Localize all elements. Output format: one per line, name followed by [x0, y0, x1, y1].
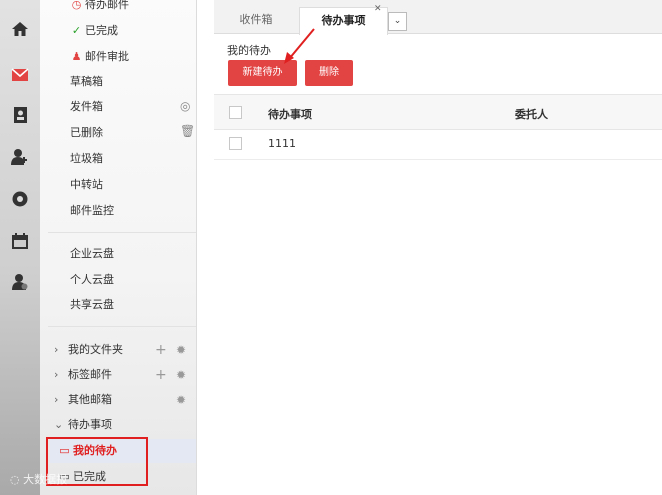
menu-item-monitor[interactable]: 邮件监控 [70, 201, 114, 221]
gear-icon[interactable]: ✹ [176, 365, 186, 385]
target-icon[interactable]: ◎ [180, 99, 190, 113]
user-admin-icon[interactable] [11, 273, 29, 291]
group-tag-mail[interactable]: › 标签邮件 [54, 365, 112, 385]
gear-icon[interactable]: ✹ [176, 390, 186, 410]
check-icon: ✓ [71, 24, 82, 37]
menu-item-shared-disk[interactable]: 共享云盘 [70, 295, 114, 315]
row-checkbox[interactable] [229, 137, 242, 150]
menu-item-transfer[interactable]: 中转站 [70, 175, 103, 195]
add-folder-icon[interactable]: + [155, 340, 167, 360]
column-header-delegate[interactable]: 委托人 [515, 106, 548, 122]
menu-item-drafts[interactable]: 草稿箱 [70, 72, 103, 92]
menu-item-enterprise-disk[interactable]: 企业云盘 [70, 244, 114, 264]
add-user-icon[interactable] [11, 148, 29, 166]
contacts-icon[interactable] [11, 106, 29, 124]
divider [48, 326, 196, 327]
icon-rail [0, 0, 40, 495]
menu-item-mail-approval[interactable]: ♟ 邮件审批 [70, 47, 129, 67]
page-title: 我的待办 [227, 44, 271, 57]
clock-icon: ◷ [71, 0, 82, 11]
chevron-down-icon: ⌄ [54, 418, 64, 431]
trash-icon[interactable]: 🗑 [180, 124, 195, 138]
chevron-down-icon[interactable]: ⌄ [388, 12, 407, 31]
table-header: 待办事项 委托人 [214, 94, 662, 130]
chevron-right-icon: › [54, 368, 59, 381]
chevron-right-icon: › [54, 393, 59, 406]
menu-item-deleted[interactable]: 已删除 [70, 123, 103, 143]
divider [48, 232, 196, 233]
menu-item-completed[interactable]: ✓ 已完成 [70, 21, 118, 41]
todo-item-cell: 1111 [268, 137, 296, 150]
annotation-arrow [284, 28, 315, 64]
group-my-folders[interactable]: › 我的文件夹 [54, 340, 123, 360]
menu-item-personal-disk[interactable]: 个人云盘 [70, 270, 114, 290]
group-todo[interactable]: ⌄ 待办事项 [54, 415, 112, 435]
user-stamp-icon: ♟ [71, 50, 82, 63]
menu-item-junk[interactable]: 垃圾箱 [70, 149, 103, 169]
table-row[interactable]: 1111 [214, 129, 662, 160]
group-other-mailbox[interactable]: › 其他邮箱 [54, 390, 112, 410]
column-header-item[interactable]: 待办事项 [268, 106, 312, 122]
menu-item-pending-mail[interactable]: ◷ 待办邮件 [70, 0, 129, 15]
close-icon[interactable]: ✕ [374, 4, 382, 14]
watermark: ◌ 大数据报 [10, 473, 68, 486]
select-all-checkbox[interactable] [229, 106, 242, 119]
folder-menu: ▲ ◷待办邮件 ✓已完成 ♟邮件审批 草稿箱 发件箱 ◎ 已删除 🗑 垃圾箱 中… [40, 0, 197, 495]
settings-icon[interactable] [11, 190, 29, 208]
home-icon[interactable] [11, 20, 29, 38]
mail-icon[interactable] [11, 66, 29, 84]
menu-item-outbox[interactable]: 发件箱 [70, 97, 103, 117]
add-tag-icon[interactable]: + [155, 365, 167, 385]
gear-icon[interactable]: ✹ [176, 340, 186, 360]
calendar-icon[interactable] [11, 232, 29, 250]
chevron-right-icon: › [54, 343, 59, 356]
